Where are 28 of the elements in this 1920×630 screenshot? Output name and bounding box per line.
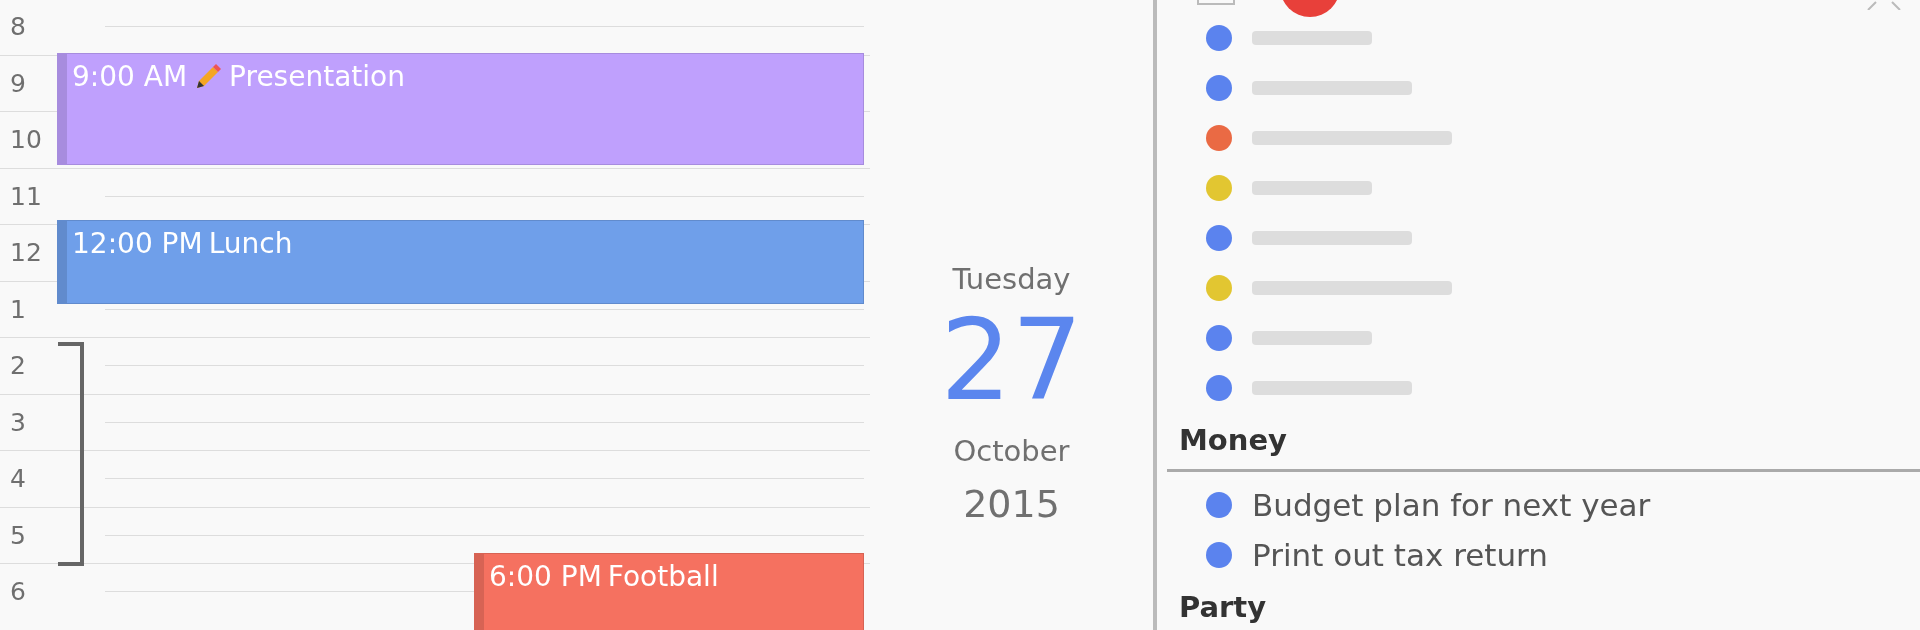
hour-label: 9 bbox=[9, 68, 26, 98]
year: 2015 bbox=[963, 481, 1060, 526]
hour-label: 10 bbox=[9, 125, 42, 155]
calendar-event[interactable]: 12:00 PM Lunch bbox=[57, 220, 864, 304]
group-title: Money bbox=[1178, 422, 1288, 459]
calendar-event[interactable]: 6:00 PM Football bbox=[474, 553, 864, 630]
task-text[interactable]: Budget plan for next year bbox=[1252, 487, 1651, 523]
hour-label: 1 bbox=[9, 294, 26, 324]
hour-label: 2 bbox=[9, 351, 26, 381]
group-title: Party bbox=[1178, 589, 1268, 626]
task-text[interactable]: Print out tax return bbox=[1252, 537, 1548, 573]
hour-label: 6 bbox=[9, 577, 26, 607]
hour-label: 3 bbox=[9, 407, 26, 437]
event-title: Lunch bbox=[208, 227, 293, 261]
hour-label: 8 bbox=[9, 12, 26, 42]
hour-label: 12 bbox=[9, 238, 42, 268]
weekday: Tuesday bbox=[952, 262, 1071, 296]
hour-label: 5 bbox=[9, 520, 26, 550]
hour-label: 4 bbox=[9, 464, 26, 494]
event-time: 9:00 AM bbox=[72, 60, 188, 94]
event-title: Football bbox=[607, 560, 719, 594]
event-time: 6:00 PM bbox=[489, 560, 602, 594]
hour-label: 11 bbox=[9, 181, 42, 211]
event-title: Presentation bbox=[229, 60, 405, 94]
month: October bbox=[953, 433, 1070, 468]
calendar-event[interactable]: 9:00 AM Presentation bbox=[57, 53, 864, 165]
day-number: 27 bbox=[940, 302, 1083, 420]
event-time: 12:00 PM bbox=[72, 227, 203, 261]
